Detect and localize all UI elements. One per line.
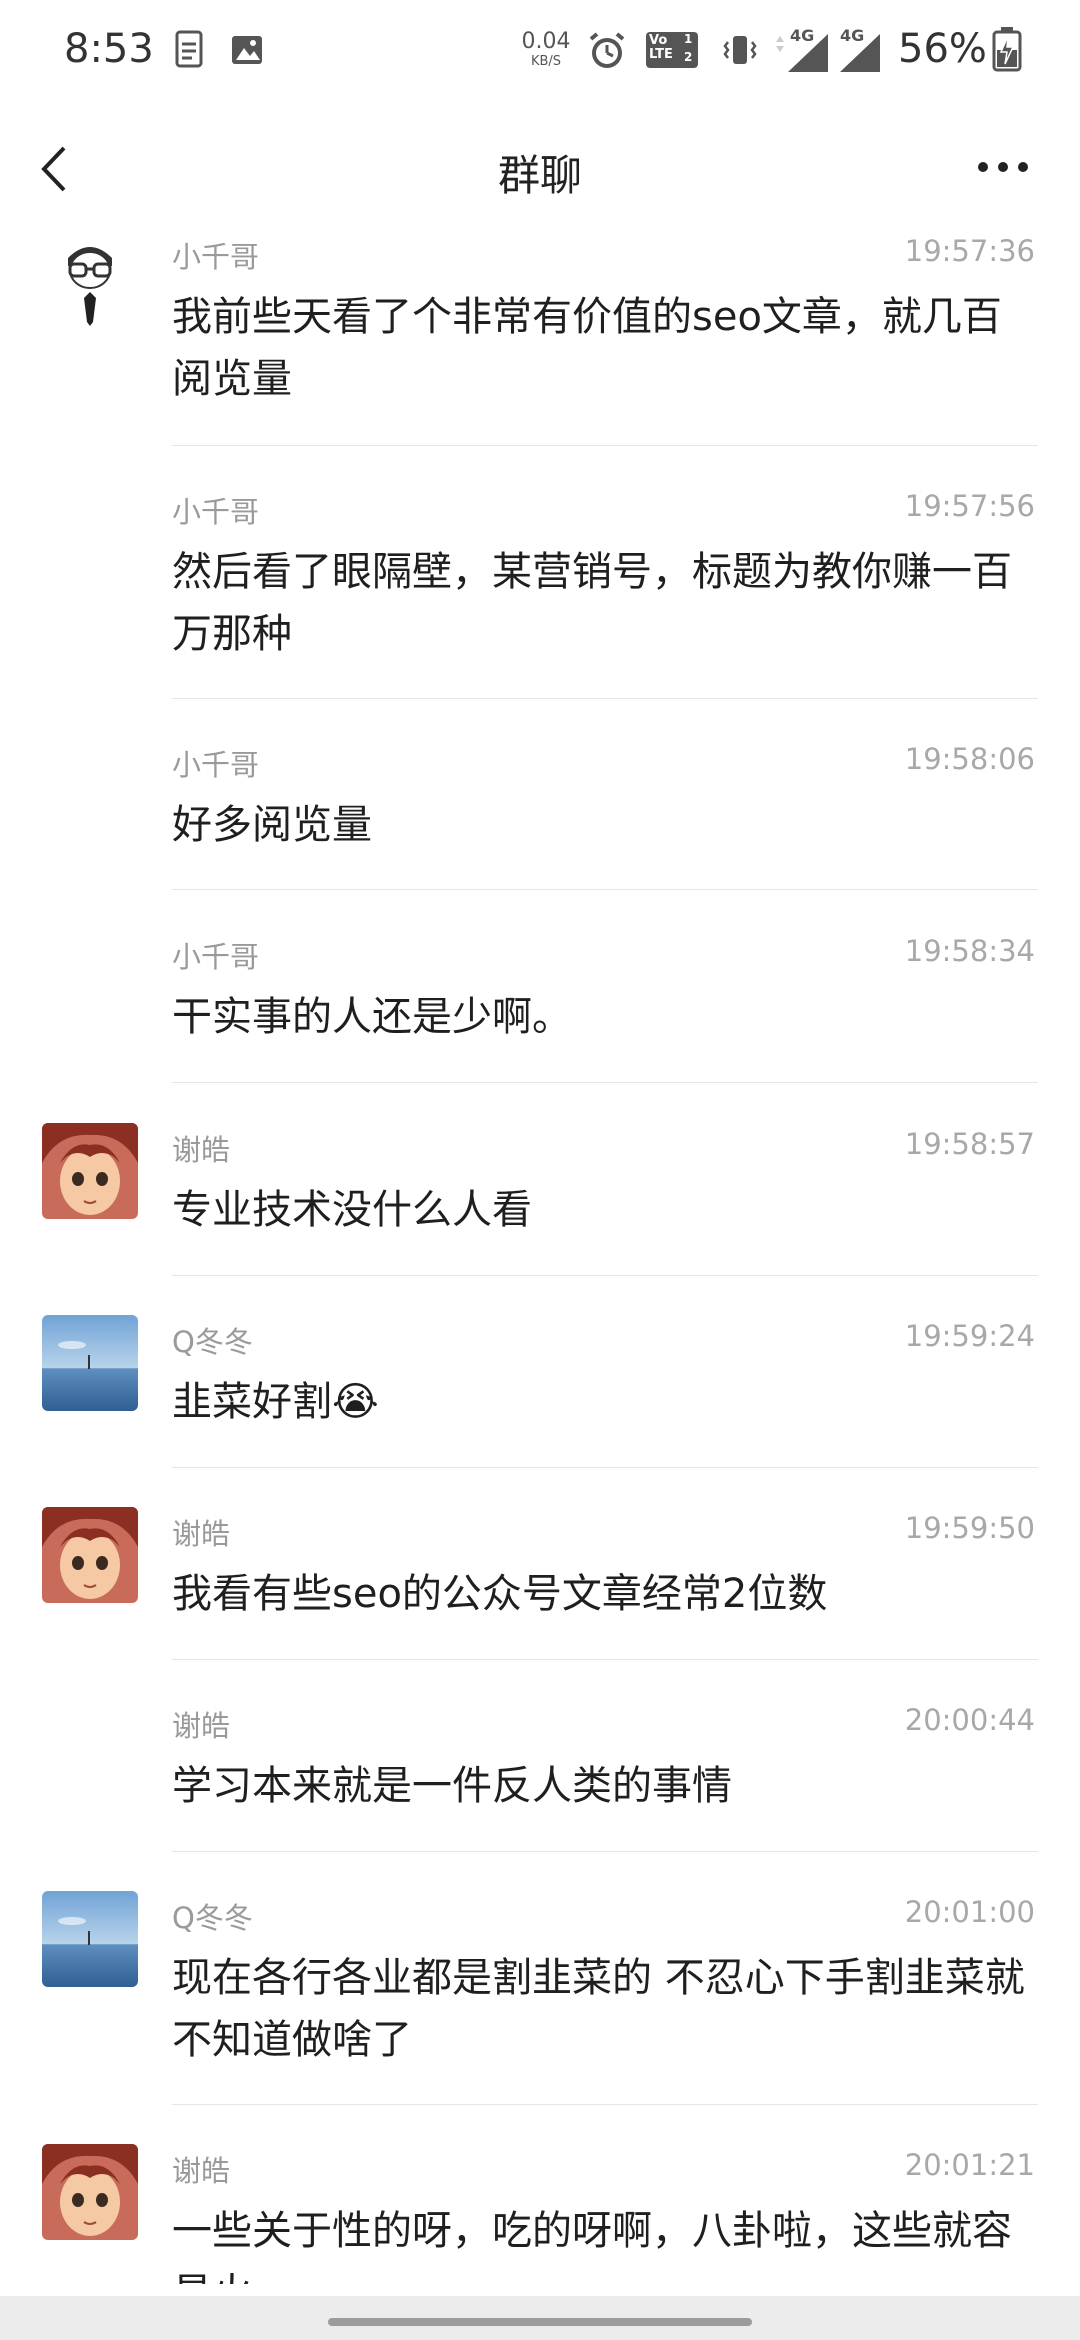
message-time: 19:57:36 — [904, 234, 1035, 268]
divider — [172, 2104, 1038, 2105]
message-time: 20:00:44 — [904, 1703, 1035, 1737]
message-time: 19:59:50 — [904, 1511, 1035, 1545]
sender-name: Q冬冬 — [172, 1901, 253, 1935]
image-notification-icon — [230, 30, 264, 74]
message-text: 干实事的人还是少啊。 — [172, 994, 572, 1040]
sender-name: 谢皓 — [172, 2154, 231, 2188]
page-title: 群聊 — [497, 151, 582, 200]
message-text: 现在各行各业都是割韭菜的 不忍心下手割韭菜就不知道做啥了 — [172, 1955, 1025, 2063]
alarm-icon — [586, 30, 628, 76]
message-time: 19:58:57 — [904, 1127, 1035, 1161]
signal-strength-icon-1: 4G — [772, 26, 832, 78]
avatar[interactable] — [42, 1123, 138, 1219]
sender-name: 小千哥 — [172, 240, 260, 274]
message-text: 我看有些seo的公众号文章经常2位数 — [172, 1571, 828, 1617]
message-time: 19:57:56 — [904, 489, 1035, 523]
message-time: 19:59:24 — [904, 1319, 1035, 1353]
divider — [172, 445, 1038, 446]
divider — [172, 1467, 1038, 1468]
message-text: 好多阅览量 — [172, 802, 372, 848]
sender-name: 小千哥 — [172, 495, 260, 529]
status-bar: 8:53 0.04 KB/S Vo LTE 1 2 4G 4G 56% — [0, 0, 1080, 104]
message-item[interactable]: 谢皓 20:01:21 一些关于性的呀，吃的呀啊，八卦啦，这些就容易火 — [0, 2144, 1080, 2284]
message-time: 20:01:21 — [904, 2148, 1035, 2182]
volte-icon: Vo LTE 1 2 — [646, 30, 698, 74]
message-text: 韭菜好割😭 — [172, 1371, 1032, 1433]
battery-percent: 56% — [898, 26, 987, 72]
chat-header: 群聊 — [0, 104, 1080, 230]
crying-laughing-emoji-icon: 😭 — [332, 1379, 379, 1425]
sender-name: Q冬冬 — [172, 1325, 253, 1359]
avatar[interactable] — [42, 2144, 138, 2240]
message-time: 20:01:00 — [904, 1895, 1035, 1929]
sender-name: 谢皓 — [172, 1517, 231, 1551]
divider — [172, 1082, 1038, 1083]
signal-strength-icon-2: 4G — [836, 26, 884, 78]
avatar[interactable] — [42, 1891, 138, 1987]
divider — [172, 889, 1038, 890]
avatar[interactable] — [42, 232, 138, 328]
sender-name: 小千哥 — [172, 748, 260, 782]
divider — [172, 1851, 1038, 1852]
message-text-body: 韭菜好割 — [172, 1379, 332, 1425]
divider — [172, 1659, 1038, 1660]
home-indicator[interactable] — [328, 2318, 752, 2326]
message-text: 专业技术没什么人看 — [172, 1187, 532, 1233]
message-text: 学习本来就是一件反人类的事情 — [172, 1763, 732, 1809]
sender-name: 谢皓 — [172, 1133, 231, 1167]
vibrate-icon — [720, 30, 760, 74]
divider — [172, 698, 1038, 699]
sender-name: 谢皓 — [172, 1709, 231, 1743]
avatar[interactable] — [42, 1507, 138, 1603]
avatar[interactable] — [42, 1315, 138, 1411]
more-options-button[interactable] — [974, 152, 1032, 182]
message-text: 然后看了眼隔壁，某营销号，标题为教你赚一百万那种 — [172, 549, 1012, 657]
battery-charging-icon — [992, 26, 1022, 76]
network-speed: 0.04 KB/S — [521, 29, 571, 70]
status-time: 8:53 — [64, 26, 154, 72]
document-notification-icon — [172, 30, 206, 74]
message-text: 我前些天看了个非常有价值的seo文章，就几百阅览量 — [172, 294, 1002, 402]
message-time: 19:58:06 — [904, 742, 1035, 776]
message-text: 一些关于性的呀，吃的呀啊，八卦啦，这些就容易火 — [172, 2208, 1012, 2284]
more-dots-icon — [978, 162, 1028, 172]
sender-name: 小千哥 — [172, 940, 260, 974]
divider — [172, 1275, 1038, 1276]
message-time: 19:58:34 — [904, 934, 1035, 968]
